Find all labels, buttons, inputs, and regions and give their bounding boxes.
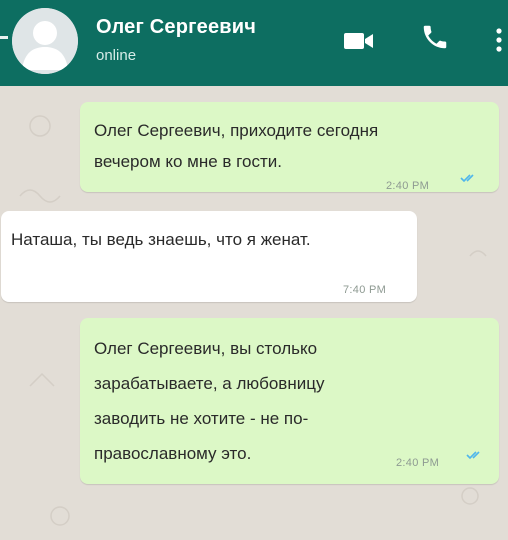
voice-call-icon[interactable] xyxy=(420,22,450,52)
read-ticks-icon xyxy=(466,451,480,460)
read-ticks-icon xyxy=(460,174,474,183)
avatar[interactable] xyxy=(12,8,78,74)
message-time: 2:40 PM xyxy=(396,457,440,469)
message-bubble-outgoing[interactable]: Олег Сергеевич, вы столько зарабатываете… xyxy=(80,318,499,484)
message-line: Наташа, ты ведь знаешь, что я женат. xyxy=(11,230,311,249)
message-line: Олег Сергеевич, вы столько xyxy=(94,339,318,358)
message-line: заводить не хотите - не по- xyxy=(94,409,309,428)
message-bubble-incoming[interactable]: Наташа, ты ведь знаешь, что я женат. 7:4… xyxy=(1,211,417,302)
chat-area[interactable]: Олег Сергеевич, приходите сегодня вечеро… xyxy=(0,86,508,540)
message-bubble-outgoing[interactable]: Олег Сергеевич, приходите сегодня вечеро… xyxy=(80,102,499,192)
chat-header: Олег Сергеевич online xyxy=(0,0,508,86)
message-time: 2:40 PM xyxy=(386,180,430,192)
more-vertical-icon[interactable] xyxy=(494,26,504,56)
contact-name[interactable]: Олег Сергеевич xyxy=(96,16,256,39)
message-line: зарабатываете, а любовницу xyxy=(94,374,325,393)
message-line: вечером ко мне в гости. xyxy=(94,152,282,171)
default-avatar-icon xyxy=(12,8,78,74)
message-time: 7:40 PM xyxy=(343,284,387,296)
back-arrow-icon[interactable] xyxy=(0,36,8,39)
message-line: Олег Сергеевич, приходите сегодня xyxy=(94,121,379,140)
contact-status: online xyxy=(96,47,137,64)
video-call-icon[interactable] xyxy=(344,30,376,52)
message-line: православному это. xyxy=(94,444,252,463)
